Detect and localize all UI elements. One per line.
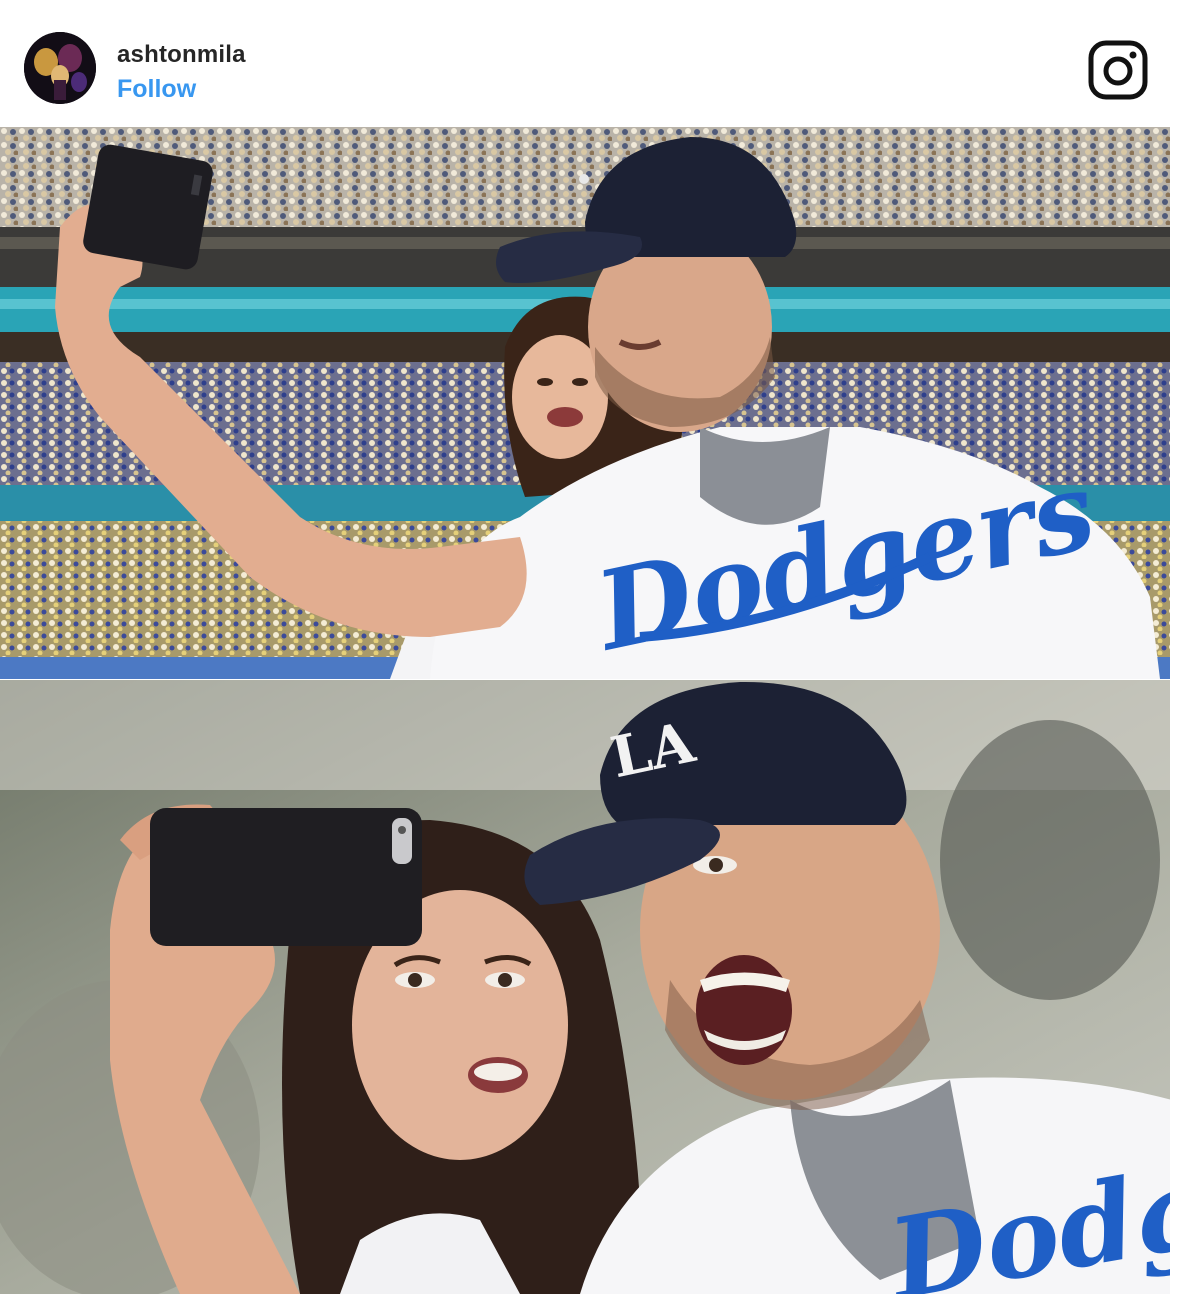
post-photo-bottom: Dodgers LA [0,680,1172,1294]
profile-avatar-icon[interactable] [24,32,96,104]
username[interactable]: ashtonmila [117,41,246,69]
right-margin [1170,127,1200,1300]
follow-button[interactable]: Follow [117,75,196,104]
instagram-post-embed: ashtonmila Follow Dodgers Dodgers LA [0,0,1200,1300]
instagram-icon[interactable] [1086,38,1150,102]
post-header: ashtonmila Follow [0,0,1200,128]
post-photo-top: Dodgers [0,127,1172,679]
